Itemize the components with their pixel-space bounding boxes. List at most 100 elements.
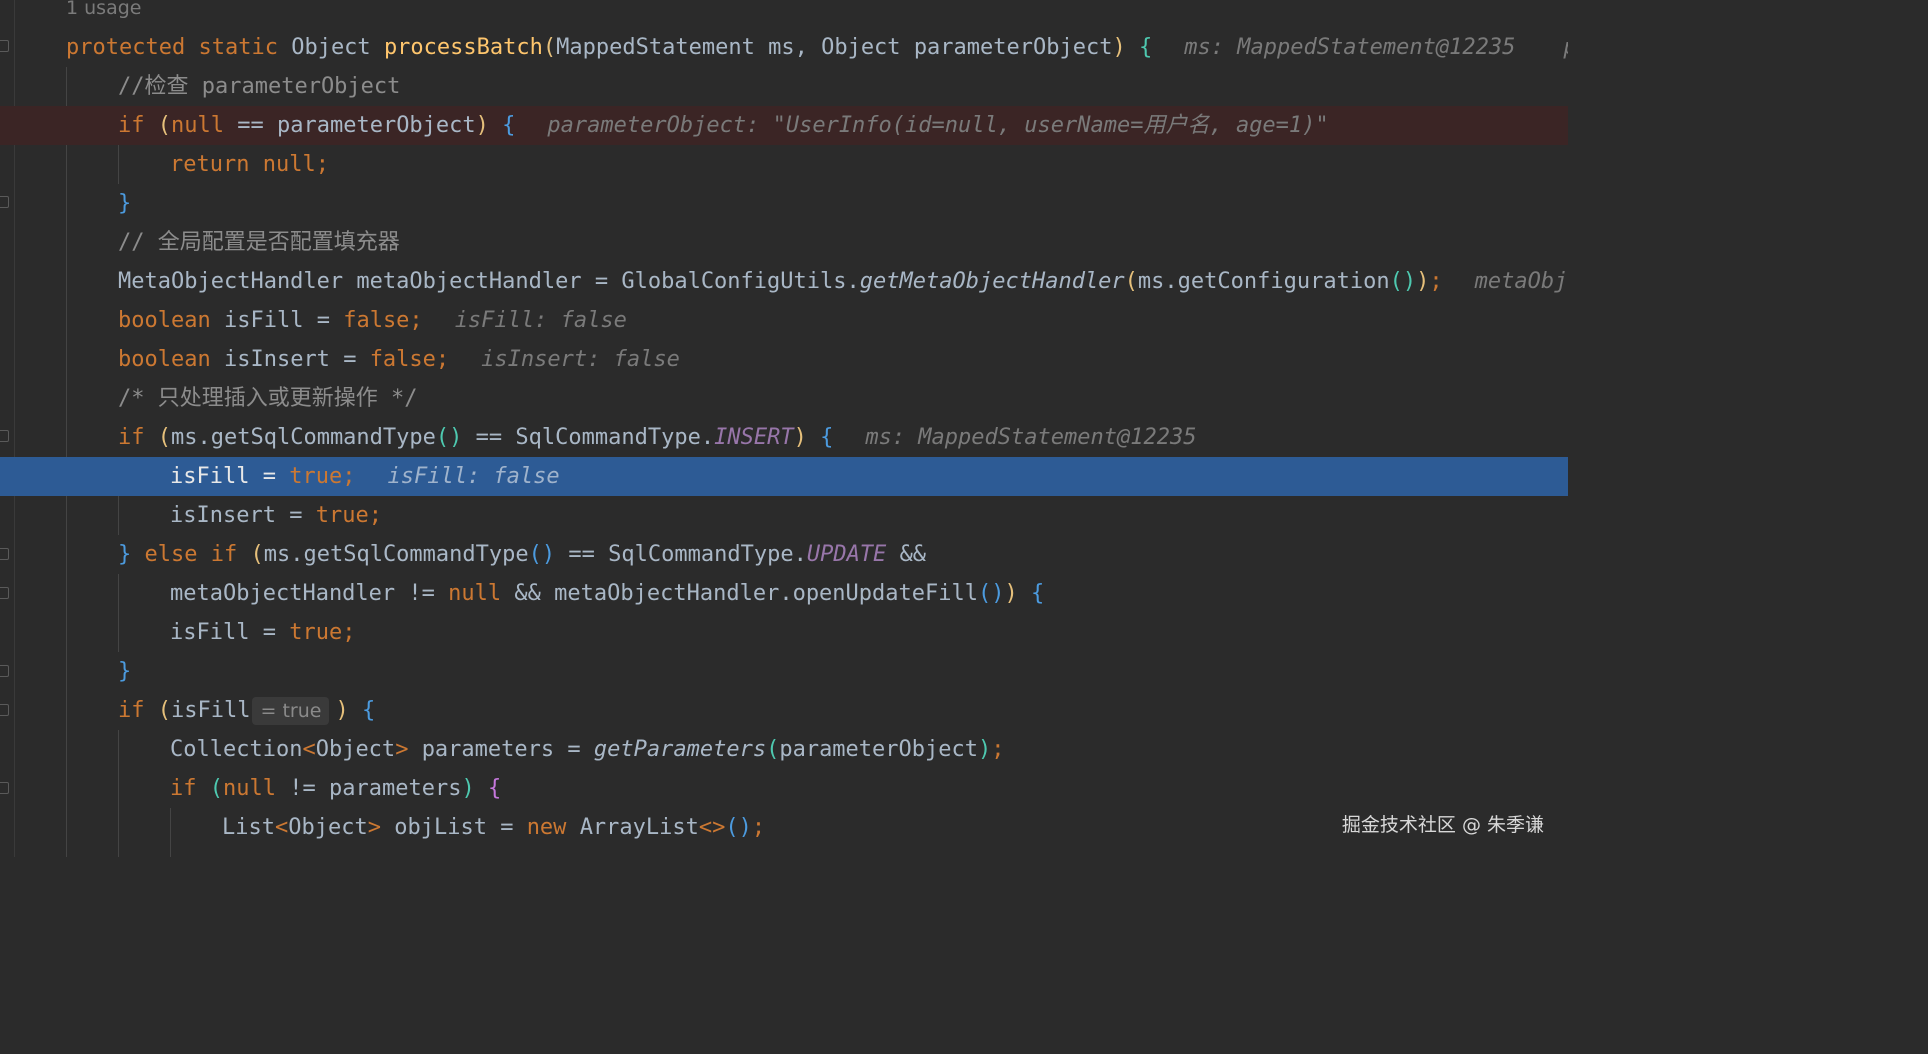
operator: !=: [408, 581, 435, 606]
debug-value-hint: isInsert: false: [481, 347, 680, 372]
operator: =: [289, 503, 303, 528]
keyword: null: [171, 113, 224, 138]
literal: true;: [315, 503, 382, 528]
expression: metaObjectHandler.openUpdateFill: [554, 581, 978, 606]
keyword: if: [118, 698, 145, 723]
literal: true;: [289, 620, 356, 645]
code-comment: //检查 parameterObject: [118, 74, 401, 99]
code-line-close[interactable]: }: [0, 652, 1568, 691]
inline-value-hint: = true: [252, 697, 330, 725]
code-line-assignment[interactable]: isFill = true;: [0, 613, 1568, 652]
literal: true;: [289, 464, 356, 489]
debug-value-hint: metaObjec: [1474, 269, 1568, 294]
debug-value-hint: ms: MappedStatement@12235: [865, 425, 1197, 450]
code-line-condition[interactable]: metaObjectHandler != null && metaObjectH…: [0, 574, 1568, 613]
operator: =: [262, 620, 276, 645]
method-name: getParameters: [593, 737, 767, 762]
variable: isInsert: [223, 347, 330, 372]
keyword: return: [170, 152, 250, 177]
keyword: null;: [262, 152, 329, 177]
code-line-return[interactable]: return null;: [0, 145, 1568, 184]
keyword: null: [448, 581, 502, 606]
code-line-comment[interactable]: //检查 parameterObject: [0, 67, 1568, 106]
variable: parameters: [421, 737, 555, 762]
code-line-comment[interactable]: // 全局配置是否配置填充器: [0, 223, 1568, 262]
enum-constant: UPDATE: [806, 542, 887, 567]
expression: ms.getConfiguration: [1137, 269, 1390, 294]
debug-value-hint: pa: [1563, 35, 1568, 60]
operator: =: [316, 308, 330, 333]
code-comment: /* 只处理插入或更新操作 */: [118, 386, 418, 411]
class-name: SqlCommandType.: [608, 542, 807, 567]
debug-value-hint: ms: MappedStatement@12235: [1184, 35, 1516, 60]
keyword: protected: [66, 35, 186, 60]
type-name: Object: [291, 35, 371, 60]
variable: parameterObject: [276, 113, 476, 138]
code-line-close[interactable]: }: [0, 184, 1568, 223]
code-line-signature[interactable]: protected static Object processBatch(Map…: [0, 28, 1568, 67]
type-name: List: [222, 815, 275, 840]
operator: ==: [237, 113, 264, 138]
code-line-else-if[interactable]: } else if (ms.getSqlCommandType() == Sql…: [0, 535, 1568, 574]
debug-value-hint: isFill: false: [454, 308, 627, 333]
keyword: if: [170, 776, 197, 801]
code-line-if[interactable]: if (ms.getSqlCommandType() == SqlCommand…: [0, 418, 1568, 457]
code-line-if[interactable]: if (null != parameters) {: [0, 769, 1568, 808]
variable: objList: [394, 815, 487, 840]
code-line-declaration[interactable]: Collection<Object> parameters = getParam…: [0, 730, 1568, 769]
code-editor[interactable]: 1 usage protected static Object processB…: [0, 0, 1568, 857]
code-line-if[interactable]: if (isFill = true) {: [0, 691, 1568, 730]
keyword: else: [144, 542, 198, 567]
keyword: boolean: [118, 347, 211, 372]
variable: isInsert: [170, 503, 276, 528]
parameter-name: parameterObject: [913, 35, 1113, 60]
code-line-declaration[interactable]: boolean isFill = false; isFill: false: [0, 301, 1568, 340]
code-line-declaration[interactable]: List<Object> objList = new ArrayList<>()…: [0, 808, 1568, 847]
keyword: boolean: [118, 308, 211, 333]
type-name: Collection: [170, 737, 303, 762]
operator: =: [594, 269, 609, 294]
code-line-current-execution[interactable]: isFill = true; isFill: false: [0, 457, 1568, 496]
literal: false;: [369, 347, 450, 372]
literal: false;: [343, 308, 423, 333]
keyword: new: [526, 815, 567, 840]
debug-value-hint: isFill: false: [387, 464, 560, 489]
operator: &&: [899, 542, 927, 567]
operator: =: [567, 737, 581, 762]
expression: ms.getSqlCommandType: [263, 542, 529, 567]
expression: ms.getSqlCommandType: [171, 425, 436, 450]
parameter-name: ms,: [768, 35, 808, 60]
brace: }: [118, 659, 132, 684]
keyword: null: [223, 776, 276, 801]
code-line-assignment[interactable]: isInsert = true;: [0, 496, 1568, 535]
type-name: MappedStatement: [556, 35, 755, 60]
operator: =: [500, 815, 514, 840]
code-line-comment[interactable]: /* 只处理插入或更新操作 */: [0, 379, 1568, 418]
debug-value-hint: parameterObject: "UserInfo(id=null, user…: [547, 113, 1329, 138]
type-name: Object: [315, 737, 396, 762]
operator: &&: [514, 581, 541, 606]
code-line-breakpoint[interactable]: if (null == parameterObject) {parameterO…: [0, 106, 1568, 145]
operator: ==: [475, 425, 503, 450]
keyword: if: [118, 425, 145, 450]
type-name: Object: [821, 35, 901, 60]
code-comment: // 全局配置是否配置填充器: [118, 230, 400, 255]
variable: metaObjectHandler: [356, 269, 582, 294]
type-name: Object: [288, 815, 368, 840]
variable: isFill: [171, 698, 251, 723]
operator: =: [343, 347, 357, 372]
usage-count-link[interactable]: 1 usage: [66, 0, 141, 19]
variable: isFill: [170, 620, 250, 645]
keyword: if: [210, 542, 238, 567]
variable: isFill: [170, 464, 250, 489]
code-line-declaration[interactable]: MetaObjectHandler metaObjectHandler = Gl…: [0, 262, 1568, 301]
variable: metaObjectHandler: [170, 581, 396, 606]
method-name: processBatch: [383, 35, 543, 60]
watermark: 掘金技术社区 @ 朱季谦: [1341, 814, 1544, 836]
operator: !=: [289, 776, 316, 801]
code-line-declaration[interactable]: boolean isInsert = false; isInsert: false: [0, 340, 1568, 379]
brace: }: [118, 191, 132, 216]
type-name: MetaObjectHandler: [118, 269, 344, 294]
keyword: if: [118, 113, 145, 138]
variable: parameters: [328, 776, 462, 801]
